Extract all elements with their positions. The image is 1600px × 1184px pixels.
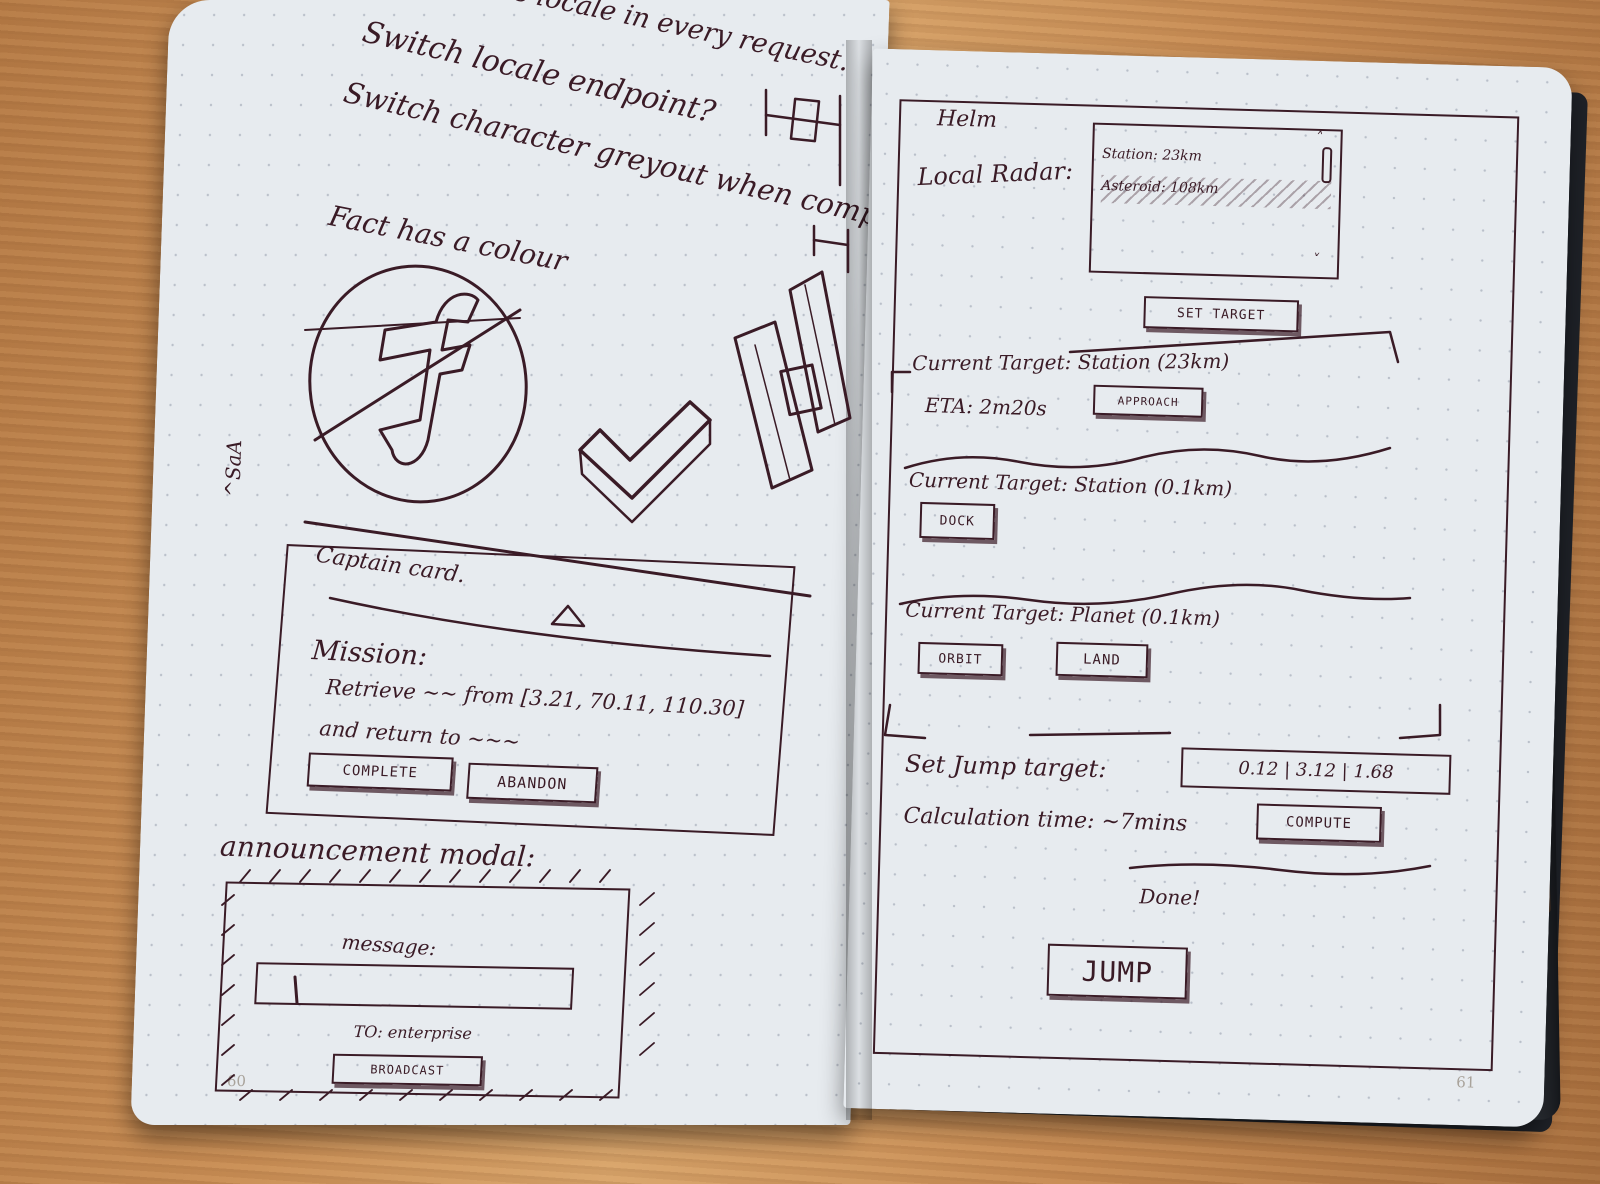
tie-fighter-icon bbox=[733, 270, 852, 490]
no-fact-icon bbox=[304, 264, 528, 504]
satellite-icon bbox=[764, 88, 850, 274]
modal-shadow-hatching bbox=[221, 869, 655, 1101]
text-cursor bbox=[293, 975, 299, 1005]
sketch-drawings bbox=[221, 88, 1442, 1101]
checkmark-icon bbox=[578, 400, 712, 524]
